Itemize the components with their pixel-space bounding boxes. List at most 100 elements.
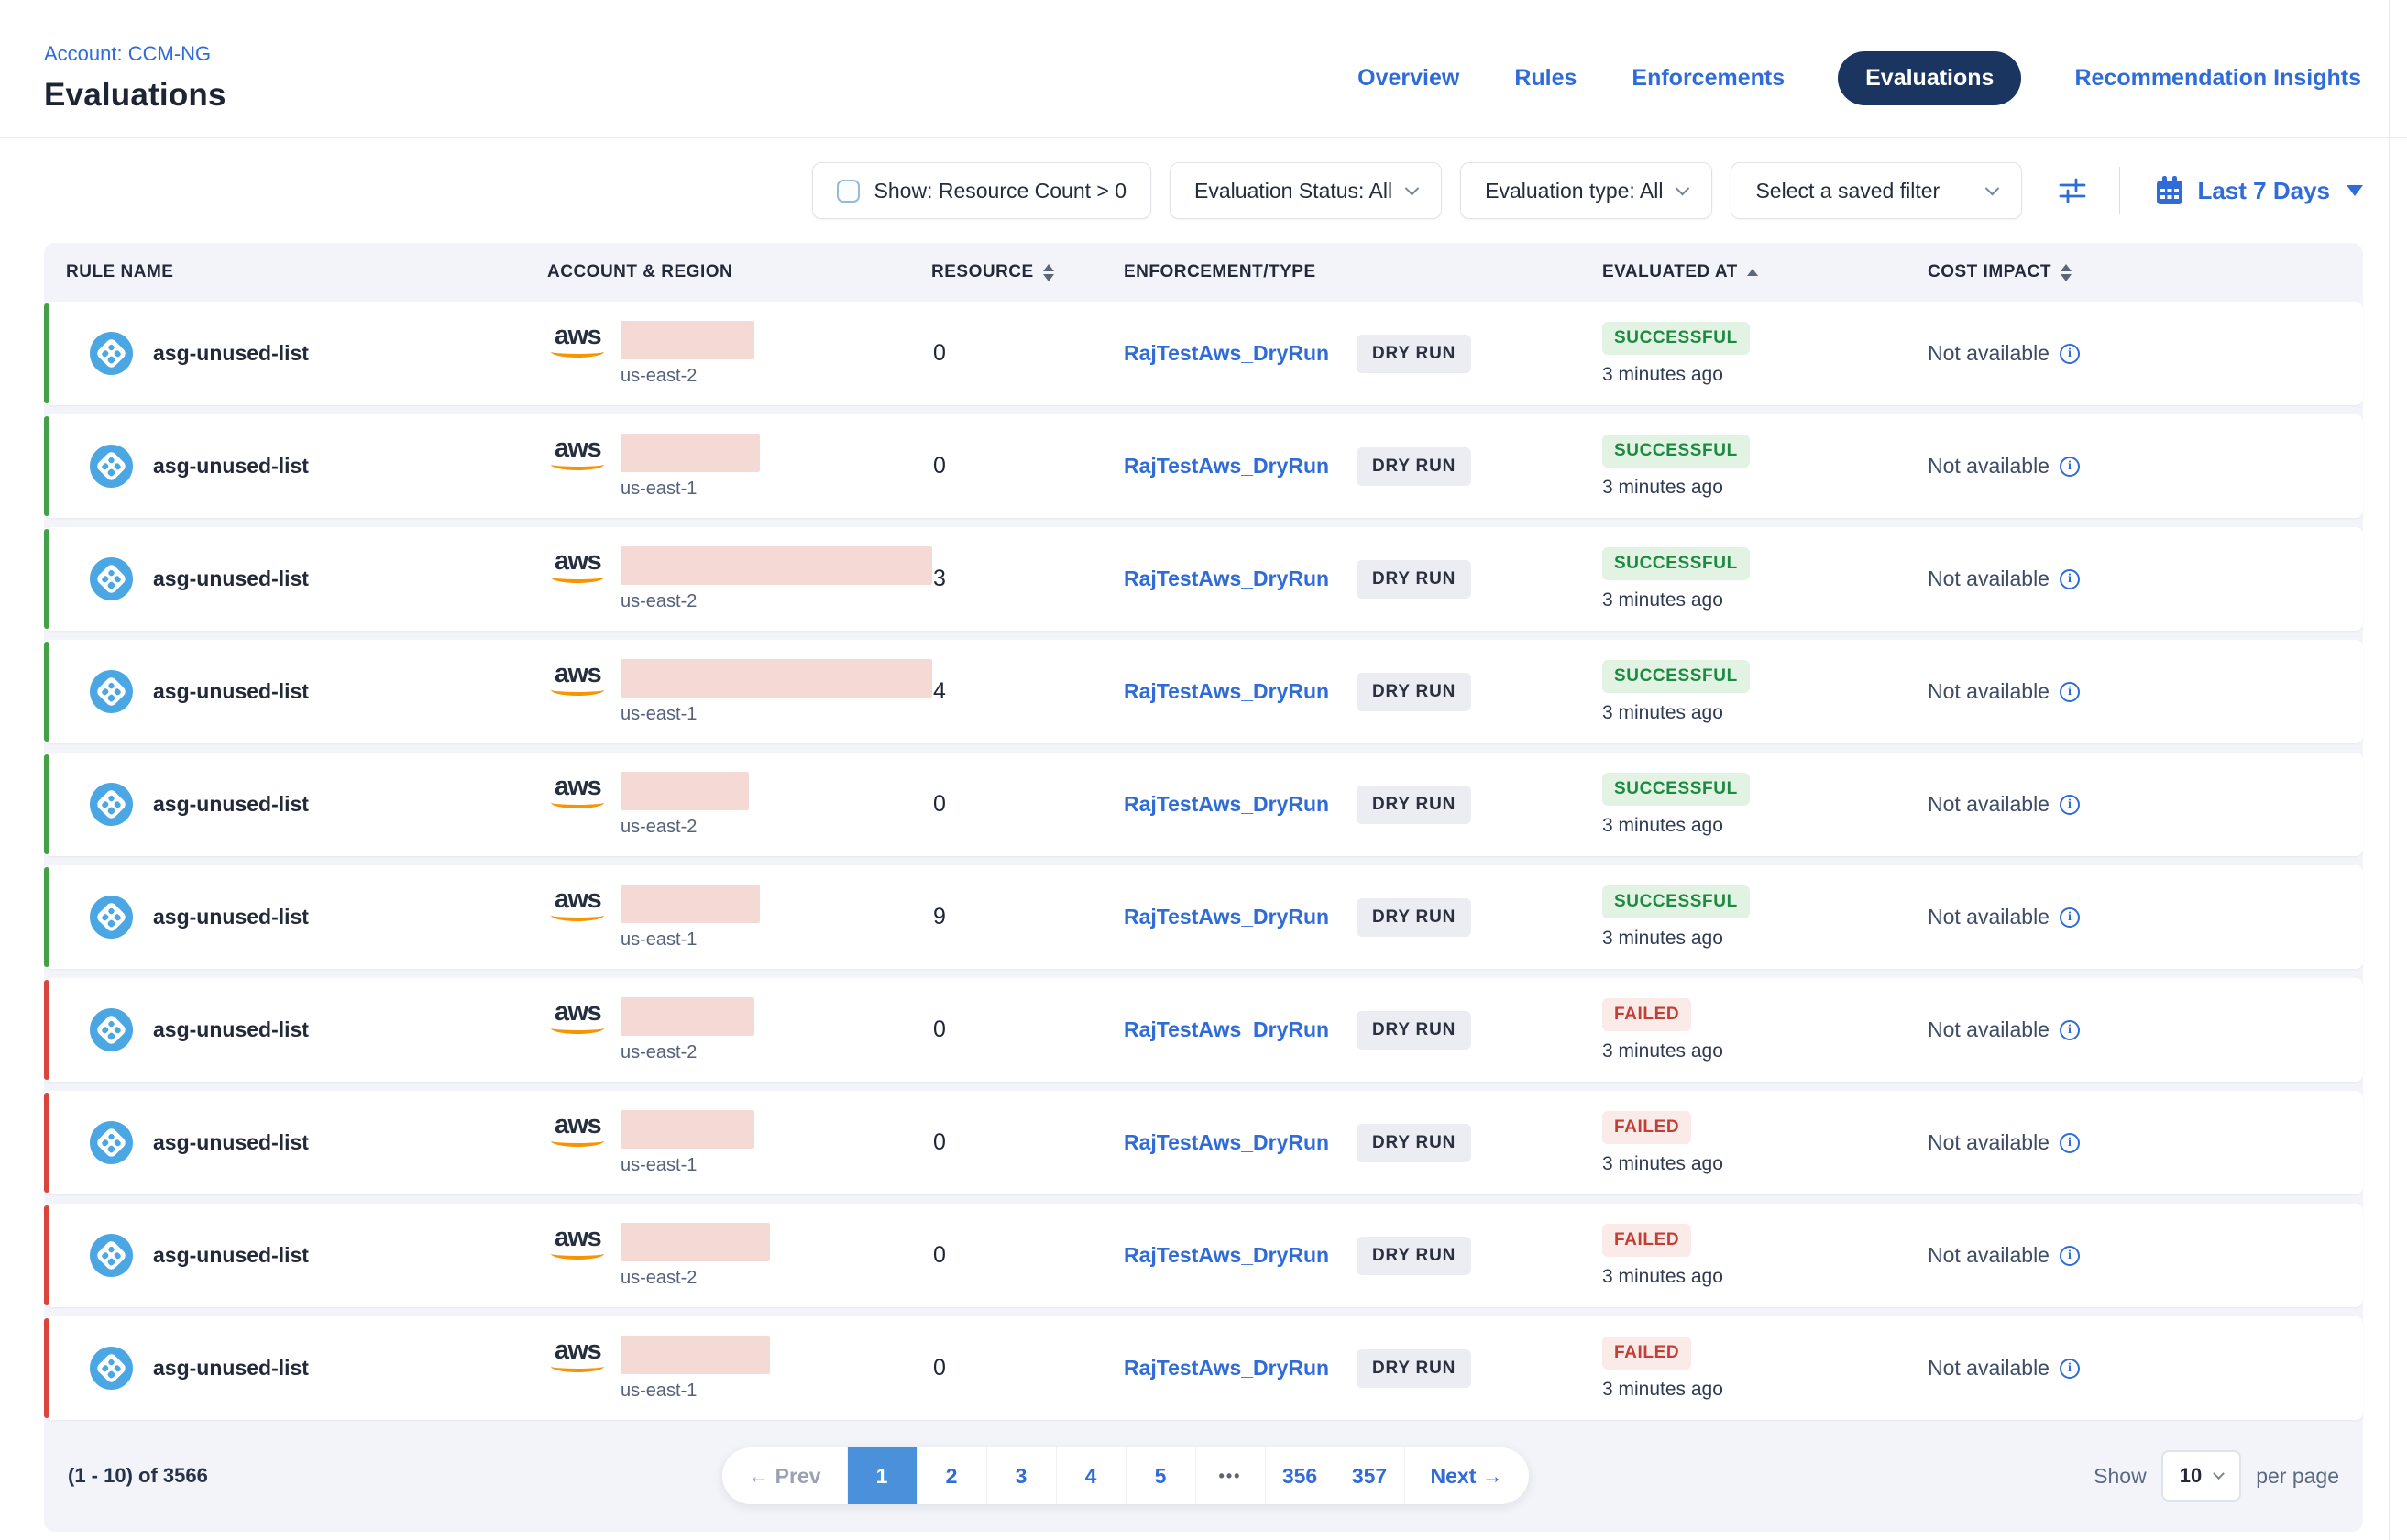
column-header-resource[interactable]: RESOURCE xyxy=(931,262,1124,282)
enforcement-link[interactable]: RajTestAws_DryRun xyxy=(1124,1130,1329,1154)
resource-count-filter[interactable]: Show: Resource Count > 0 xyxy=(812,162,1152,219)
tab-rules[interactable]: Rules xyxy=(1512,56,1578,101)
next-page-button[interactable]: Next → xyxy=(1405,1447,1529,1504)
info-icon[interactable] xyxy=(2060,456,2080,477)
page-button-5[interactable]: 5 xyxy=(1127,1447,1196,1504)
table-row[interactable]: asg-unused-list aws us-east-2 0 RajTestA… xyxy=(44,978,2363,1082)
info-icon[interactable] xyxy=(2060,795,2080,815)
enforcement-link[interactable]: RajTestAws_DryRun xyxy=(1124,1018,1329,1041)
evaluated-time: 3 minutes ago xyxy=(1602,1379,1723,1401)
per-page-label: per page xyxy=(2256,1464,2339,1489)
resource-count: 0 xyxy=(931,1355,946,1380)
enforcement-link[interactable]: RajTestAws_DryRun xyxy=(1124,1356,1329,1380)
page-button-4[interactable]: 4 xyxy=(1057,1447,1127,1504)
cost-impact-cell: Not available xyxy=(1928,1356,2363,1380)
chevron-down-icon xyxy=(1985,181,2000,195)
rule-name: asg-unused-list xyxy=(153,454,309,478)
date-range-picker[interactable]: Last 7 Days xyxy=(2155,175,2363,206)
info-icon[interactable] xyxy=(2060,1246,2080,1266)
table-row[interactable]: asg-unused-list aws us-east-1 0 RajTestA… xyxy=(44,414,2363,518)
resource-count: 0 xyxy=(931,453,946,478)
table-row[interactable]: asg-unused-list aws us-east-2 0 RajTestA… xyxy=(44,302,2363,405)
tab-enforcements[interactable]: Enforcements xyxy=(1630,56,1786,101)
run-type-badge: DRY RUN xyxy=(1357,335,1471,373)
enforcement-cell: RajTestAws_DryRun xyxy=(1124,1130,1357,1155)
resource-count: 0 xyxy=(931,1242,946,1268)
evaluation-type-dropdown[interactable]: Evaluation type: All xyxy=(1460,162,1712,219)
enforcement-link[interactable]: RajTestAws_DryRun xyxy=(1124,454,1329,478)
resource-count-checkbox[interactable] xyxy=(837,180,860,203)
page-button-2[interactable]: 2 xyxy=(918,1447,987,1504)
account-breadcrumb[interactable]: Account: CCM-NG xyxy=(44,42,211,66)
run-type-badge: DRY RUN xyxy=(1357,898,1471,937)
run-type-badge: DRY RUN xyxy=(1357,447,1471,486)
evaluated-at-cell: FAILED 3 minutes ago xyxy=(1602,1336,1928,1401)
account-region-cell: aws us-east-1 xyxy=(547,1110,931,1176)
info-icon[interactable] xyxy=(2060,682,2080,702)
run-type-cell: DRY RUN xyxy=(1357,898,1602,937)
status-accent-bar xyxy=(44,642,49,742)
enforcement-link[interactable]: RajTestAws_DryRun xyxy=(1124,792,1329,816)
table-row[interactable]: asg-unused-list aws us-east-1 9 RajTestA… xyxy=(44,865,2363,969)
caret-down-icon xyxy=(2347,185,2363,196)
chevron-down-icon xyxy=(2213,1468,2225,1480)
page-button-3[interactable]: 3 xyxy=(987,1447,1057,1504)
enforcement-link[interactable]: RajTestAws_DryRun xyxy=(1124,905,1329,929)
table-row[interactable]: asg-unused-list aws us-east-2 0 RajTestA… xyxy=(44,753,2363,856)
tab-evaluations[interactable]: Evaluations xyxy=(1838,51,2021,105)
status-accent-bar xyxy=(44,980,49,1080)
table-row[interactable]: asg-unused-list aws us-east-2 3 RajTestA… xyxy=(44,527,2363,631)
vertical-divider xyxy=(2119,167,2120,214)
region-label: us-east-2 xyxy=(621,817,749,838)
status-badge: FAILED xyxy=(1602,1224,1691,1257)
region-label: us-east-2 xyxy=(621,1268,770,1289)
enforcement-link[interactable]: RajTestAws_DryRun xyxy=(1124,679,1329,703)
rule-cell: asg-unused-list xyxy=(90,557,547,600)
table-row[interactable]: asg-unused-list aws us-east-2 0 RajTestA… xyxy=(44,1204,2363,1307)
column-header-cost-impact[interactable]: COST IMPACT xyxy=(1928,262,2363,282)
column-header-evaluated-at[interactable]: EVALUATED AT xyxy=(1602,262,1928,282)
enforcement-link[interactable]: RajTestAws_DryRun xyxy=(1124,341,1329,365)
sort-asc-icon[interactable] xyxy=(1747,269,1758,276)
sort-icon[interactable] xyxy=(1043,264,1054,281)
info-icon[interactable] xyxy=(2060,569,2080,589)
enforcement-link[interactable]: RajTestAws_DryRun xyxy=(1124,566,1329,590)
table-row[interactable]: asg-unused-list aws us-east-1 4 RajTestA… xyxy=(44,640,2363,743)
page-button-1[interactable]: 1 xyxy=(848,1447,918,1504)
page-ellipsis[interactable]: ••• xyxy=(1196,1447,1266,1504)
enforcement-link[interactable]: RajTestAws_DryRun xyxy=(1124,1243,1329,1267)
evaluation-status-dropdown[interactable]: Evaluation Status: All xyxy=(1170,162,1442,219)
info-icon[interactable] xyxy=(2060,1133,2080,1153)
prev-page-button[interactable]: ← Prev xyxy=(722,1447,847,1504)
date-range-label: Last 7 Days xyxy=(2197,177,2330,205)
column-header-account-region: ACCOUNT & REGION xyxy=(547,262,931,282)
info-icon[interactable] xyxy=(2060,344,2080,364)
table-row[interactable]: asg-unused-list aws us-east-1 0 RajTestA… xyxy=(44,1091,2363,1194)
cost-impact-cell: Not available xyxy=(1928,1243,2363,1268)
region-label: us-east-1 xyxy=(621,1155,754,1176)
run-type-badge: DRY RUN xyxy=(1357,1237,1471,1275)
page-button-356[interactable]: 356 xyxy=(1266,1447,1335,1504)
saved-filter-dropdown[interactable]: Select a saved filter xyxy=(1731,162,2022,219)
table-row[interactable]: asg-unused-list aws us-east-1 0 RajTestA… xyxy=(44,1316,2363,1420)
account-name-redacted xyxy=(621,546,932,585)
run-type-badge: DRY RUN xyxy=(1357,1124,1471,1162)
sort-icon[interactable] xyxy=(2061,264,2072,281)
info-icon[interactable] xyxy=(2060,1020,2080,1040)
evaluated-time: 3 minutes ago xyxy=(1602,364,1723,386)
info-icon[interactable] xyxy=(2060,1358,2080,1379)
run-type-cell: DRY RUN xyxy=(1357,1011,1602,1050)
cost-impact-value: Not available xyxy=(1928,1243,2050,1268)
tab-overview[interactable]: Overview xyxy=(1356,56,1461,101)
account-name-redacted xyxy=(621,434,760,472)
region-label: us-east-2 xyxy=(621,591,932,612)
page-button-357[interactable]: 357 xyxy=(1335,1447,1405,1504)
rule-name: asg-unused-list xyxy=(153,1130,309,1155)
filter-settings-button[interactable] xyxy=(2057,176,2088,205)
info-icon[interactable] xyxy=(2060,908,2080,928)
account-name-redacted xyxy=(621,321,754,359)
account-region-cell: aws us-east-2 xyxy=(547,1223,931,1289)
tab-recommendation-insights[interactable]: Recommendation Insights xyxy=(2072,56,2363,101)
page-size-select[interactable]: 10 xyxy=(2161,1450,2241,1502)
rule-name: asg-unused-list xyxy=(153,1243,309,1268)
